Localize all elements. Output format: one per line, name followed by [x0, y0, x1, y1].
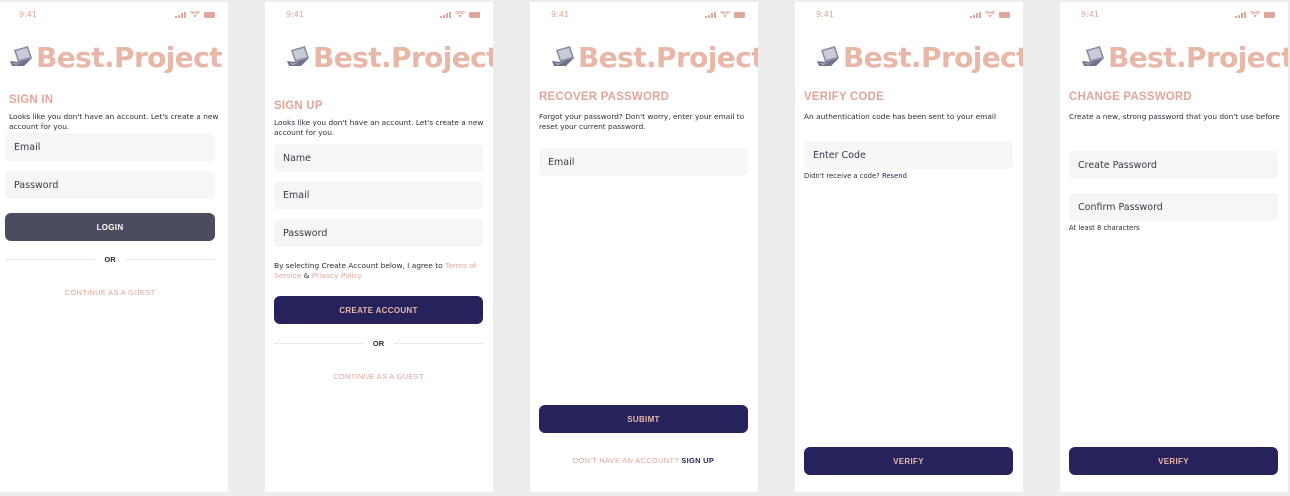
status-icons: [440, 11, 480, 18]
brand-logo: Best.Project: [1080, 40, 1288, 74]
change-password-screen: 9:41 Best.Project CHANGE PASSWORD Create…: [1060, 2, 1288, 492]
status-time: 9:41: [286, 10, 304, 19]
no-account-row: DON'T HAVE AN ACCOUNT? SIGN UP: [539, 456, 748, 465]
brand-name: Best.Project: [843, 40, 1023, 74]
page-title: VERIFY CODE: [804, 91, 884, 103]
page-title: RECOVER PASSWORD: [539, 91, 670, 103]
password-field[interactable]: Password: [274, 219, 483, 247]
status-icons: [970, 11, 1010, 18]
status-bar: 9:41: [1069, 10, 1279, 20]
continue-as-guest-link[interactable]: CONTINUE AS A GUEST: [5, 288, 215, 297]
signal-icon: [175, 12, 186, 18]
brand-logo: Best.Project: [550, 40, 758, 74]
status-icons: [175, 11, 215, 18]
signal-icon: [970, 12, 981, 18]
signal-icon: [440, 12, 451, 18]
battery-icon: [469, 12, 480, 18]
or-divider: OR: [5, 254, 215, 264]
page-title: CHANGE PASSWORD: [1069, 91, 1192, 103]
status-time: 9:41: [816, 10, 834, 19]
privacy-policy-link[interactable]: Privacy Policy: [312, 271, 362, 280]
confirm-password-field[interactable]: Confirm Password: [1069, 193, 1278, 221]
verify-button[interactable]: VERIFY: [804, 447, 1013, 475]
resend-row: Didn't receive a code? Resend: [804, 172, 907, 180]
resend-link[interactable]: Resend: [882, 172, 907, 180]
email-field[interactable]: Email: [539, 148, 748, 176]
status-bar: 9:41: [539, 10, 749, 20]
email-field[interactable]: Email: [5, 133, 215, 161]
brand-logo: Best.Project: [285, 40, 493, 74]
or-label: OR: [372, 338, 385, 348]
laptop-logo-icon: [287, 46, 309, 66]
brand-logo: Best.Project: [8, 40, 223, 74]
status-icons: [1235, 11, 1275, 18]
page-subtitle: Create a new, strong password that you d…: [1069, 112, 1280, 121]
login-button[interactable]: LOGIN: [5, 213, 215, 241]
signal-icon: [705, 12, 716, 18]
battery-icon: [1264, 12, 1275, 18]
sign-up-link[interactable]: SIGN UP: [681, 456, 714, 465]
page-subtitle: Looks like you don't have an account. Le…: [274, 118, 484, 137]
password-field[interactable]: Password: [5, 171, 215, 199]
terms-text: By selecting Create Account below, I agr…: [274, 261, 486, 281]
or-divider: OR: [274, 338, 483, 348]
email-field[interactable]: Email: [274, 181, 483, 209]
verify-code-screen: 9:41 Best.Project VERIFY CODE An authent…: [795, 2, 1023, 492]
wifi-icon: [190, 11, 200, 18]
password-hint: At least 8 characters: [1069, 224, 1140, 232]
brand-name: Best.Project: [36, 40, 223, 74]
status-time: 9:41: [1081, 10, 1099, 19]
battery-icon: [204, 12, 215, 18]
status-time: 9:41: [551, 10, 569, 19]
sign-up-screen: 9:41 Best.Project SIGN UP Looks like you…: [265, 2, 493, 492]
battery-icon: [999, 12, 1010, 18]
signal-icon: [1235, 12, 1246, 18]
laptop-logo-icon: [1082, 46, 1104, 66]
name-field[interactable]: Name: [274, 144, 483, 172]
terms-amp: &: [301, 271, 312, 280]
verify-button[interactable]: VERIFY: [1069, 447, 1278, 475]
create-account-button[interactable]: CREATE ACCOUNT: [274, 296, 483, 324]
wifi-icon: [455, 11, 465, 18]
brand-logo: Best.Project: [815, 40, 1023, 74]
page-title: SIGN IN: [9, 94, 54, 106]
sign-in-screen: 9:41 Best.Project SIGN IN Looks like you…: [0, 2, 228, 492]
status-icons: [705, 11, 745, 18]
create-password-field[interactable]: Create Password: [1069, 151, 1278, 179]
continue-as-guest-link[interactable]: CONTINUE AS A GUEST: [274, 372, 483, 381]
page-subtitle: Looks like you don't have an account. Le…: [9, 112, 219, 131]
code-field[interactable]: Enter Code: [804, 141, 1013, 169]
laptop-logo-icon: [10, 46, 32, 66]
terms-prefix: By selecting Create Account below, I agr…: [274, 261, 446, 270]
no-code-label: Didn't receive a code?: [804, 172, 880, 180]
status-bar: 9:41: [804, 10, 1014, 20]
submit-button[interactable]: SUBIMT: [539, 405, 748, 433]
laptop-logo-icon: [817, 46, 839, 66]
recover-password-screen: 9:41 Best.Project RECOVER PASSWORD Forgo…: [530, 2, 758, 492]
status-time: 9:41: [19, 10, 37, 19]
page-title: SIGN UP: [274, 100, 323, 112]
brand-name: Best.Project: [578, 40, 758, 74]
page-subtitle: Forgot your password? Don't worry, enter…: [539, 112, 745, 131]
brand-name: Best.Project: [1108, 40, 1288, 74]
laptop-logo-icon: [552, 46, 574, 66]
page-subtitle: An authentication code has been sent to …: [804, 112, 997, 121]
status-bar: 9:41: [274, 10, 484, 20]
wifi-icon: [1250, 11, 1260, 18]
brand-name: Best.Project: [313, 40, 493, 74]
status-bar: 9:41: [9, 10, 219, 20]
or-label: OR: [104, 254, 116, 264]
wifi-icon: [720, 11, 730, 18]
battery-icon: [734, 12, 745, 18]
wifi-icon: [985, 11, 995, 18]
no-account-label: DON'T HAVE AN ACCOUNT?: [572, 456, 679, 465]
